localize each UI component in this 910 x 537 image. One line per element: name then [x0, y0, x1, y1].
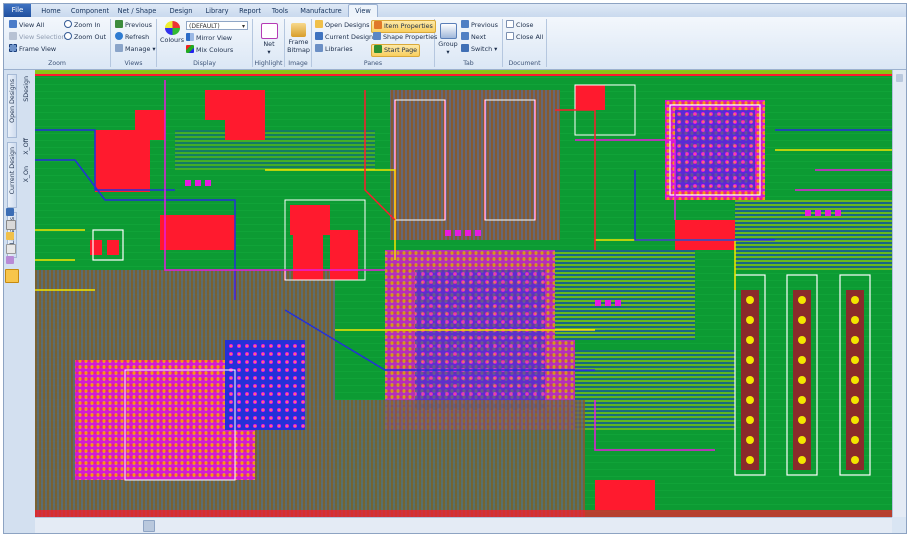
- panes-group: Open Designs Current Design Libraries It…: [312, 19, 437, 67]
- current-design-icon: [315, 32, 323, 40]
- tab-view[interactable]: View: [348, 4, 378, 18]
- pcb-layout-drawing: [35, 70, 892, 517]
- tab-report[interactable]: Report: [235, 5, 265, 17]
- image-group: Frame Bitmap Image: [285, 19, 312, 67]
- view-all-button[interactable]: View All: [9, 20, 44, 31]
- scroll-thumb[interactable]: [143, 520, 155, 532]
- previous-tab-button[interactable]: Previous: [461, 20, 498, 31]
- mirror-view-icon: [186, 33, 194, 41]
- save-icon[interactable]: [6, 208, 14, 216]
- view-selection-button[interactable]: View Selection: [9, 32, 66, 43]
- close-icon: [506, 20, 514, 28]
- settings-icon[interactable]: [6, 244, 16, 254]
- shape-properties-pane-button[interactable]: Shape Properties: [373, 32, 437, 43]
- colours-icon: [164, 21, 180, 35]
- layer-label-x-off: X_Off: [23, 138, 30, 155]
- open-folder-icon[interactable]: [6, 232, 14, 240]
- tab-group: Group ▾ Previous Next Switch ▾ Tab: [435, 19, 503, 67]
- side-panel: Open Designs Current Design Libraries SD…: [4, 70, 36, 533]
- view-selection-icon: [9, 32, 17, 40]
- colour-scheme-select[interactable]: (DEFAULT) ▾: [186, 21, 248, 30]
- mix-colours-icon: [186, 45, 194, 53]
- display-group-label: Display: [193, 60, 216, 67]
- shape-properties-icon: [373, 32, 381, 40]
- layer-label-x-on: X_On: [23, 166, 30, 183]
- highlight-net-button[interactable]: Net ▾: [256, 23, 282, 56]
- manage-views-icon: [115, 44, 123, 52]
- group-tabs-icon: [439, 23, 457, 39]
- select-tool-icon[interactable]: [5, 269, 19, 283]
- document-group-label: Document: [508, 60, 541, 67]
- document-group: Close Close All Document: [503, 19, 547, 67]
- zoom-in-button[interactable]: Zoom In: [64, 20, 100, 31]
- ribbon-tab-row: File Home Component Net / Shape Design L…: [4, 4, 906, 18]
- switch-tab-icon: [461, 44, 469, 52]
- vertical-scrollbar[interactable]: [892, 70, 906, 517]
- libraries-pane-button[interactable]: Libraries: [315, 44, 353, 55]
- manage-views-button[interactable]: Manage ▾: [115, 44, 156, 55]
- file-menu-button[interactable]: File: [4, 4, 31, 17]
- current-design-tab[interactable]: Current Design: [7, 142, 17, 208]
- refresh-button[interactable]: Refresh: [115, 32, 149, 43]
- mirror-view-button[interactable]: Mirror View: [186, 33, 232, 44]
- layers-icon[interactable]: [6, 256, 14, 264]
- tab-library[interactable]: Library: [200, 5, 234, 17]
- tab-net-shape[interactable]: Net / Shape: [114, 5, 160, 17]
- pcb-design-canvas[interactable]: [35, 70, 892, 517]
- zoom-group: View All View Selection Frame View Zoom …: [4, 19, 111, 67]
- horizontal-scrollbar[interactable]: [35, 517, 892, 533]
- panes-group-label: Panes: [363, 60, 383, 67]
- tab-manufacture[interactable]: Manufacture: [296, 5, 346, 17]
- open-designs-tab[interactable]: Open Designs: [7, 74, 17, 138]
- mix-colours-button[interactable]: Mix Colours: [186, 45, 233, 56]
- layer-label-sdesign: SDesign: [23, 76, 30, 102]
- group-tabs-button[interactable]: Group ▾: [437, 23, 459, 56]
- display-group: Colours (DEFAULT) ▾ Mirror View Mix Colou…: [157, 19, 253, 67]
- net-icon: [260, 23, 278, 39]
- view-all-icon: [9, 20, 17, 28]
- item-properties-icon: [374, 21, 382, 29]
- close-all-icon: [506, 32, 514, 40]
- folder-icon: [315, 20, 323, 28]
- chevron-down-icon: ▾: [241, 23, 245, 30]
- previous-tab-icon: [461, 20, 469, 28]
- page-icon[interactable]: [6, 220, 16, 230]
- switch-tab-button[interactable]: Switch ▾: [461, 44, 497, 55]
- start-page-icon: [374, 45, 382, 53]
- ribbon: View All View Selection Frame View Zoom …: [4, 17, 906, 70]
- close-all-documents-button[interactable]: Close All: [506, 32, 543, 43]
- close-document-button[interactable]: Close: [506, 20, 533, 31]
- views-group: Previous Refresh Manage ▾ Views: [111, 19, 157, 67]
- tab-home[interactable]: Home: [36, 5, 66, 17]
- frame-bitmap-button[interactable]: Frame Bitmap: [286, 23, 311, 54]
- zoom-group-label: Zoom: [48, 60, 66, 67]
- next-tab-button[interactable]: Next: [461, 32, 486, 43]
- frame-view-icon: [9, 44, 17, 52]
- refresh-icon: [115, 32, 123, 40]
- frame-bitmap-icon: [291, 23, 306, 37]
- tab-design[interactable]: Design: [164, 5, 198, 17]
- zoom-out-icon: [64, 32, 72, 40]
- scroll-up-arrow[interactable]: [896, 74, 903, 82]
- start-page-pane-button[interactable]: Start Page: [371, 44, 421, 57]
- zoom-in-icon: [64, 20, 72, 28]
- app-window: File Home Component Net / Shape Design L…: [3, 3, 907, 534]
- tab-group-label: Tab: [463, 60, 474, 67]
- current-design-pane-button[interactable]: Current Design: [315, 32, 373, 43]
- tab-component[interactable]: Component: [68, 5, 112, 17]
- previous-view-button[interactable]: Previous: [115, 20, 152, 31]
- next-tab-icon: [461, 32, 469, 40]
- highlight-group: Net ▾ Highlight: [253, 19, 285, 67]
- zoom-out-button[interactable]: Zoom Out: [64, 32, 106, 43]
- colours-button[interactable]: Colours: [160, 21, 184, 44]
- views-group-label: Views: [124, 60, 143, 67]
- libraries-icon: [315, 44, 323, 52]
- image-group-label: Image: [288, 60, 308, 67]
- frame-view-button[interactable]: Frame View: [9, 44, 56, 55]
- open-designs-pane-button[interactable]: Open Designs: [315, 20, 370, 31]
- tab-tools[interactable]: Tools: [267, 5, 293, 17]
- highlight-group-label: Highlight: [254, 60, 283, 67]
- previous-view-icon: [115, 20, 123, 28]
